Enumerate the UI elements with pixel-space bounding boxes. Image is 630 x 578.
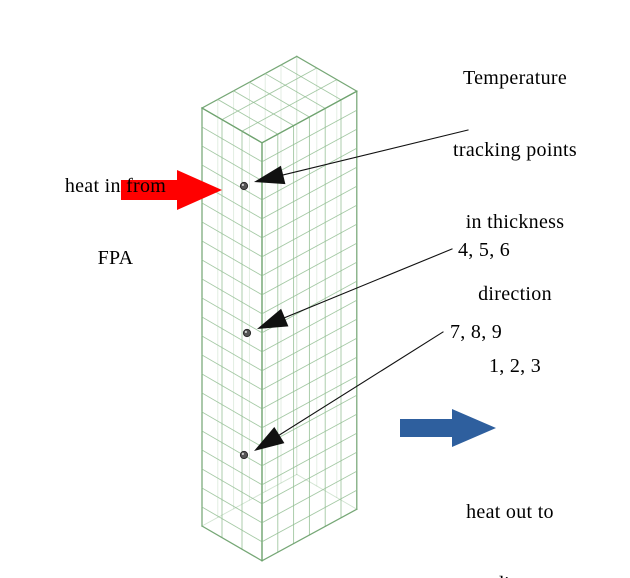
title-line-2: tracking points <box>453 139 577 161</box>
tracking-point-highlight <box>241 452 244 455</box>
heat-in-line-1: heat in from <box>64 175 167 197</box>
heat-in-line-2: FPA <box>97 247 134 269</box>
finite-element-mesh <box>201 55 358 562</box>
point-group-2-label: 4, 5, 6 <box>458 239 511 261</box>
title-line-1: Temperature <box>462 67 568 89</box>
leader-arrowhead <box>254 165 286 185</box>
title-line-3: in thickness <box>465 211 565 233</box>
title-line-4: direction <box>478 283 552 305</box>
point-group-3-label: 7, 8, 9 <box>450 321 503 343</box>
tracking-point-marker <box>239 450 249 460</box>
tracking-point-highlight <box>244 330 247 333</box>
diagram-canvas: Temperature tracking points in thickness… <box>0 0 630 578</box>
temperature-tracking-title: Temperature tracking points in thickness… <box>400 18 630 426</box>
heat-out-label: heat out to radiator <box>415 452 605 578</box>
tracking-point-marker <box>242 328 252 338</box>
heat-out-line-2: radiator <box>415 572 605 578</box>
leader-arrowhead <box>254 427 285 451</box>
heat-out-line-1: heat out to <box>466 501 554 523</box>
heat-in-label: heat in from FPA <box>28 126 203 318</box>
point-group-1-label: 1, 2, 3 <box>488 355 542 377</box>
tracking-point-marker <box>239 181 249 191</box>
tracking-point-highlight <box>241 183 244 186</box>
